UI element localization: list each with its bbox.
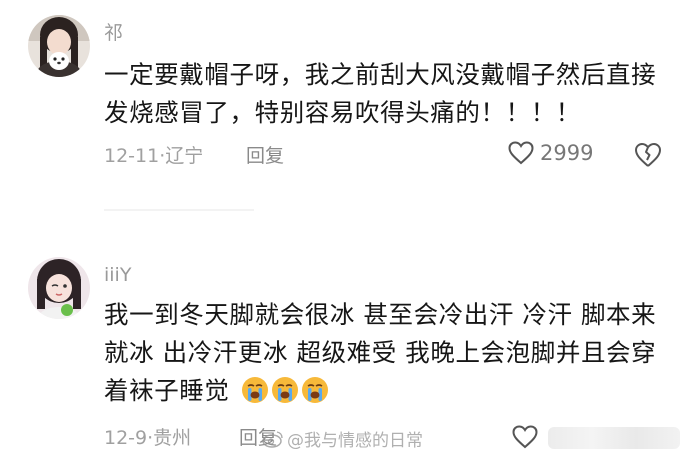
comment-date: 12-9	[104, 427, 148, 449]
like-button[interactable]	[512, 425, 538, 449]
username[interactable]: 祁	[104, 22, 123, 44]
comment-location: 辽宁	[165, 145, 204, 167]
comment-thread: 祁 一定要戴帽子呀，我之前刮大风没戴帽子然后直接 发烧感冒了，特别容易吹得头痛的…	[0, 0, 690, 456]
comment-meta: 12-11·辽宁 回复	[104, 143, 284, 169]
comment-text: 一定要戴帽子呀，我之前刮大风没戴帽子然后直接 发烧感冒了，特别容易吹得头痛的！！…	[104, 56, 664, 132]
like-count: 2999	[540, 141, 594, 165]
watermark: @我与情感的日常	[262, 426, 423, 451]
username[interactable]: iiiY	[104, 264, 131, 286]
comment-meta: 12-9·贵州 回复	[104, 425, 277, 451]
avatar[interactable]	[28, 257, 90, 319]
comment-text-line: 发烧感冒了，特别容易吹得头痛的！！！！	[104, 98, 581, 127]
comment-text-line: 我一到冬天脚就会很冰 甚至会冷出汗 冷汗 脚本来	[104, 300, 657, 329]
loudly-crying-emoji	[271, 377, 298, 403]
broken-heart-icon	[635, 143, 661, 167]
reply-button[interactable]: 回复	[246, 143, 284, 169]
comment-location: 贵州	[153, 427, 192, 449]
divider	[104, 209, 254, 211]
comment-date: 12-11	[104, 145, 160, 167]
avatar[interactable]	[28, 15, 90, 77]
loudly-crying-emoji	[301, 377, 328, 403]
blurred-region	[548, 427, 680, 449]
emoji-group	[233, 376, 331, 405]
watermark-text: @我与情感的日常	[287, 431, 423, 451]
like-button[interactable]: 2999	[508, 141, 593, 165]
comment-text-line-text: 着袜子睡觉	[104, 376, 230, 405]
heart-icon	[512, 425, 538, 449]
comment-text-line: 着袜子睡觉	[104, 372, 664, 410]
loudly-crying-emoji	[241, 377, 268, 403]
dislike-button[interactable]	[634, 142, 662, 168]
comment-text-line: 就冰 出冷汗更冰 超级难受 我晚上会泡脚并且会穿	[104, 338, 657, 367]
comment-text-line: 一定要戴帽子呀，我之前刮大风没戴帽子然后直接	[104, 60, 657, 89]
weibo-logo-icon	[262, 430, 283, 448]
heart-icon	[508, 141, 534, 165]
comment-text: 我一到冬天脚就会很冰 甚至会冷出汗 冷汗 脚本来 就冰 出冷汗更冰 超级难受 我…	[104, 296, 664, 410]
